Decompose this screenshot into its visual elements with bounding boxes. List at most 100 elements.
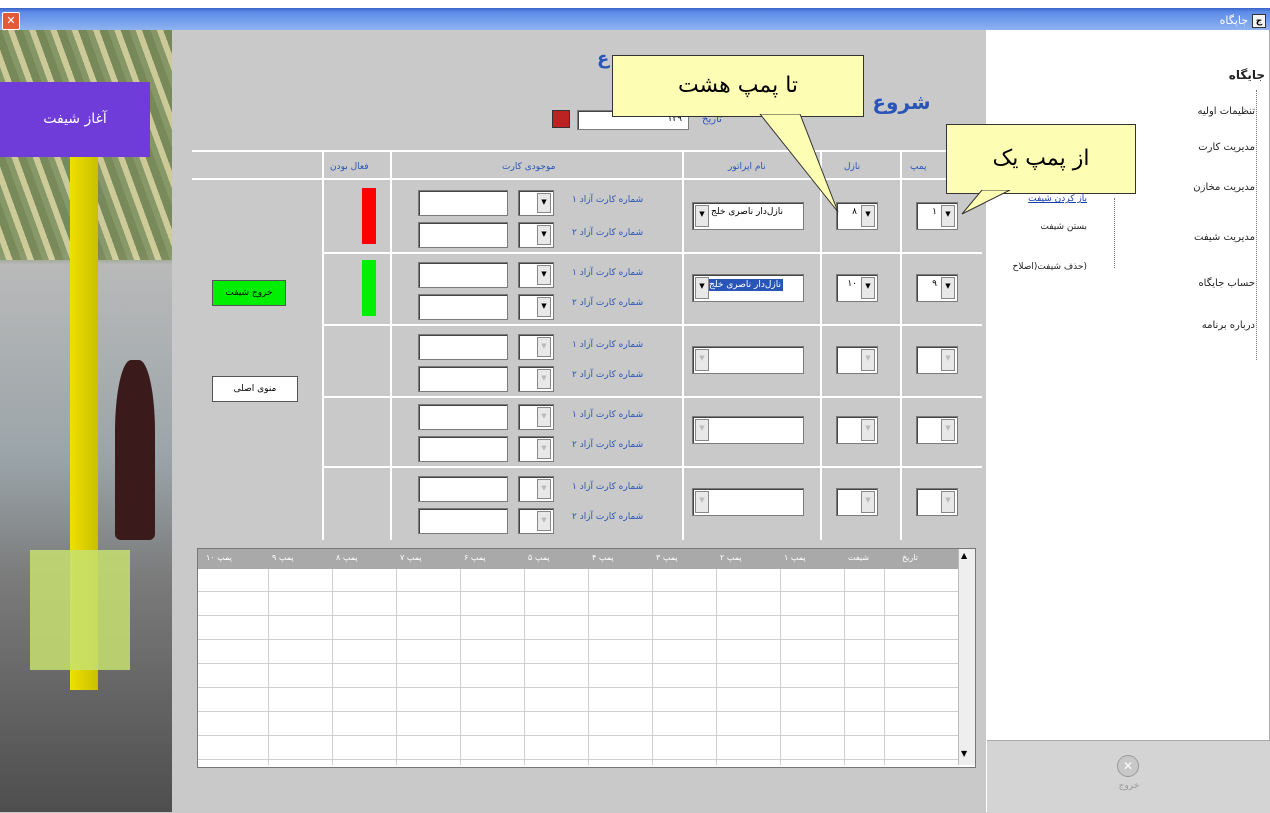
grid-line bbox=[198, 687, 958, 688]
card-balance-4a[interactable] bbox=[418, 404, 508, 430]
divider bbox=[322, 466, 982, 468]
calendar-icon[interactable] bbox=[552, 110, 570, 128]
scroll-up-icon[interactable]: ▲ bbox=[961, 551, 967, 560]
card-select-3a[interactable]: ▼ bbox=[518, 334, 554, 360]
pump-select-2[interactable]: ۹ ▼ bbox=[916, 274, 958, 302]
card-label-5b: شماره کارت آزاد ۲ bbox=[572, 512, 644, 522]
grid-line bbox=[198, 591, 958, 592]
card-balance-3b[interactable] bbox=[418, 366, 508, 392]
chevron-down-icon[interactable]: ▼ bbox=[861, 205, 875, 227]
th-pump-5: پمپ ۵ bbox=[528, 553, 550, 562]
exit-label: خروج bbox=[1118, 781, 1140, 791]
status-indicator-1 bbox=[362, 188, 376, 244]
card-balance-5a[interactable] bbox=[418, 476, 508, 502]
vertical-scrollbar[interactable]: ▲ ▼ bbox=[958, 549, 975, 765]
card-balance-4b[interactable] bbox=[418, 436, 508, 462]
nav-item-about[interactable]: درباره برنامه bbox=[1202, 320, 1255, 331]
chevron-down-icon[interactable]: ▼ bbox=[695, 205, 709, 227]
nav-item-station-account[interactable]: حساب جایگاه bbox=[1198, 278, 1255, 289]
nav-item-shift-management[interactable]: مدیریت شیفت bbox=[1194, 232, 1255, 243]
card-select-1a[interactable]: ▼ bbox=[518, 190, 554, 216]
nav-item-card-management[interactable]: مدیریت کارت bbox=[1198, 142, 1255, 153]
card-select-5b[interactable]: ▼ bbox=[518, 508, 554, 534]
callout-pointer-eight bbox=[759, 114, 839, 213]
th-pump-10: پمپ ۱۰ bbox=[206, 553, 232, 562]
bench bbox=[30, 550, 130, 670]
pump-select-5[interactable]: ▼ bbox=[916, 488, 958, 516]
card-label-4b: شماره کارت آزاد ۲ bbox=[572, 440, 644, 450]
nozzle-select-2[interactable]: ۱۰ ▼ bbox=[836, 274, 878, 302]
grid-line bbox=[198, 759, 958, 760]
card-select-2a[interactable]: ▼ bbox=[518, 262, 554, 288]
exit-shift-button[interactable]: خروج شیفت bbox=[212, 280, 286, 306]
submenu-close-shift[interactable]: بستن شیفت bbox=[1040, 222, 1087, 232]
card-balance-2b[interactable] bbox=[418, 294, 508, 320]
th-pump-2: پمپ ۲ bbox=[720, 553, 742, 562]
grid-line bbox=[198, 735, 958, 736]
th-pump-3: پمپ ۳ bbox=[656, 553, 678, 562]
person-figure bbox=[115, 360, 155, 540]
divider bbox=[682, 150, 684, 540]
card-balance-1a[interactable] bbox=[418, 190, 508, 216]
shift-table[interactable]: تاریخ شیفت پمپ ۱ پمپ ۲ پمپ ۳ پمپ ۴ پمپ ۵… bbox=[197, 548, 976, 768]
nozzle-select-4[interactable]: ▼ bbox=[836, 416, 878, 444]
th-shift: شیفت bbox=[848, 553, 870, 562]
app-icon: ج bbox=[1252, 14, 1266, 28]
card-select-2b[interactable]: ▼ bbox=[518, 294, 554, 320]
chevron-down-icon[interactable]: ▼ bbox=[941, 205, 955, 227]
card-select-4b[interactable]: ▼ bbox=[518, 436, 554, 462]
divider bbox=[390, 150, 392, 540]
gas-station-photo: آغاز شیفت bbox=[0, 30, 172, 812]
exit-icon[interactable]: ✕ bbox=[1117, 755, 1139, 777]
th-pump-7: پمپ ۷ bbox=[400, 553, 422, 562]
divider bbox=[322, 396, 982, 398]
pump-select-3[interactable]: ▼ bbox=[916, 346, 958, 374]
card-select-1b[interactable]: ▼ bbox=[518, 222, 554, 248]
callout-pointer-one bbox=[961, 190, 1011, 215]
nav-item-initial-settings[interactable]: تنظیمات اولیه bbox=[1198, 106, 1255, 117]
nozzle-select-3[interactable]: ▼ bbox=[836, 346, 878, 374]
title-bar bbox=[0, 0, 1270, 30]
start-shift-banner[interactable]: آغاز شیفت bbox=[0, 82, 150, 157]
nav-title: جایگاه bbox=[1228, 68, 1265, 82]
pump-select-1[interactable]: ۱ ▼ bbox=[916, 202, 958, 230]
nozzle-select-5[interactable]: ▼ bbox=[836, 488, 878, 516]
operator-select-3[interactable]: ▼ bbox=[692, 346, 804, 374]
card-balance-2a[interactable] bbox=[418, 262, 508, 288]
operator-select-5[interactable]: ▼ bbox=[692, 488, 804, 516]
card-label-3b: شماره کارت آزاد ۲ bbox=[572, 370, 644, 380]
submenu-delete-shift[interactable]: (حذف شیفت(اصلاح bbox=[1013, 262, 1087, 272]
card-label-5a: شماره کارت آزاد ۱ bbox=[572, 482, 644, 492]
window-title: جایگاه bbox=[1219, 14, 1248, 27]
grid-line bbox=[198, 711, 958, 712]
grid-line bbox=[198, 639, 958, 640]
divider bbox=[322, 150, 324, 540]
card-select-4a[interactable]: ▼ bbox=[518, 404, 554, 430]
window-close-button[interactable]: ✕ bbox=[2, 12, 20, 30]
divider bbox=[322, 252, 982, 254]
card-balance-3a[interactable] bbox=[418, 334, 508, 360]
card-balance-5b[interactable] bbox=[418, 508, 508, 534]
submenu-open-shift[interactable]: باز کردن شیفت bbox=[1028, 194, 1087, 204]
col-header-active: فعال بودن bbox=[330, 162, 369, 172]
card-balance-1b[interactable] bbox=[418, 222, 508, 248]
main-menu-button[interactable]: منوی اصلی bbox=[212, 376, 298, 402]
submenu-tree-line bbox=[1114, 198, 1115, 268]
grid-line bbox=[198, 663, 958, 664]
th-pump-8: پمپ ۸ bbox=[336, 553, 358, 562]
card-label-1a: شماره کارت آزاد ۱ bbox=[572, 195, 644, 205]
operator-select-4[interactable]: ▼ bbox=[692, 416, 804, 444]
card-select-3b[interactable]: ▼ bbox=[518, 366, 554, 392]
operator-select-2[interactable]: نازل‌دار ناصری خلج ▼ bbox=[692, 274, 804, 302]
card-label-2b: شماره کارت آزاد ۲ bbox=[572, 298, 644, 308]
scroll-down-icon[interactable]: ▼ bbox=[961, 749, 967, 758]
card-label-3a: شماره کارت آزاد ۱ bbox=[572, 340, 644, 350]
th-pump-1: پمپ ۱ bbox=[784, 553, 806, 562]
nav-tree-line bbox=[1256, 90, 1257, 360]
nav-item-tank-management[interactable]: مدیریت مخازن bbox=[1193, 182, 1255, 193]
card-select-5a[interactable]: ▼ bbox=[518, 476, 554, 502]
divider bbox=[192, 150, 982, 152]
card-label-2a: شماره کارت آزاد ۱ bbox=[572, 268, 644, 278]
divider bbox=[900, 150, 902, 540]
pump-select-4[interactable]: ▼ bbox=[916, 416, 958, 444]
